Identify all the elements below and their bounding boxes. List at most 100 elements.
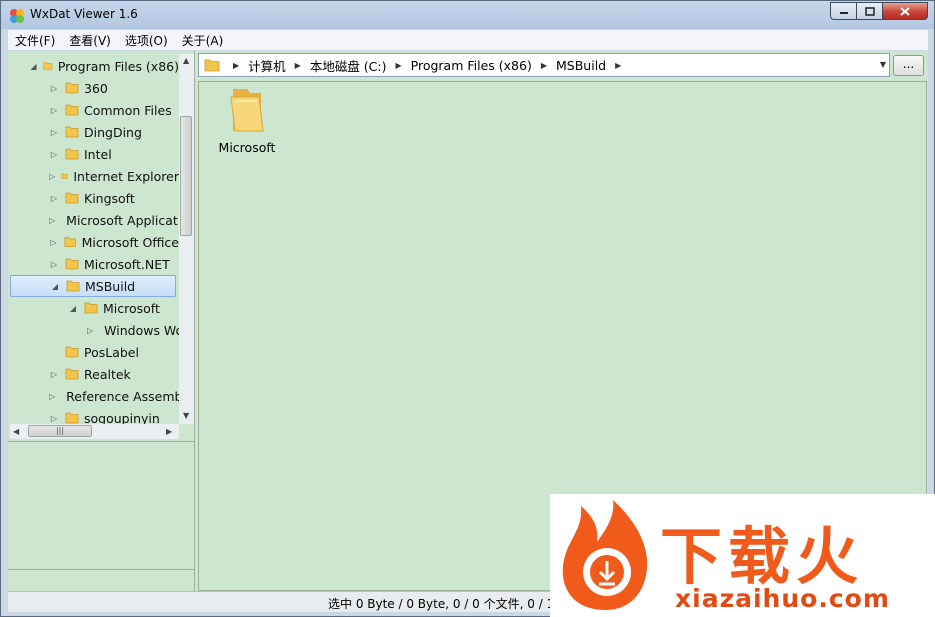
expand-closed-icon[interactable]: ▷ [49,238,58,247]
breadcrumb-local-disk[interactable]: 本地磁盘 (C:) [310,56,387,75]
folder-icon [65,82,79,94]
menu-about[interactable]: 关于(A) [175,32,231,49]
folder-icon [64,237,77,247]
menu-options[interactable]: 选项(O) [118,32,175,49]
tree-item[interactable]: ▷ sogoupinyin [10,407,179,425]
expand-closed-icon[interactable]: ▷ [49,106,59,115]
folder-icon [230,89,264,132]
expand-closed-icon[interactable]: ▷ [49,84,59,93]
folder-icon [65,192,79,204]
file-item[interactable]: Microsoft [213,85,281,155]
maximize-button[interactable] [857,2,883,20]
watermark-brand: 下载火 [660,520,865,593]
tree-item-label: PosLabel [84,344,139,360]
window-title: WxDat Viewer 1.6 [30,7,138,21]
folder-icon [65,368,79,380]
tree-item[interactable]: ▷ Intel [10,143,179,165]
tree-item-label: Microsoft.NET [84,256,170,272]
tree-item[interactable]: ▷ Microsoft.NET [10,253,179,275]
folder-icon [61,173,69,179]
watermark: 下载火 xiazaihuo.com [550,494,935,617]
tree-item[interactable]: ▷ Internet Explorer [10,165,179,187]
tree-item-label: Intel [84,146,112,162]
close-button[interactable] [883,2,928,20]
folder-icon [65,148,79,160]
tree-item-label: sogoupinyin [84,410,160,425]
scroll-down-icon[interactable]: ▼ [183,411,189,420]
tree-item[interactable]: ▷ Realtek [10,363,179,385]
expand-closed-icon[interactable]: ▷ [49,370,59,379]
tree-item[interactable]: ▷ Microsoft Office [10,231,179,253]
tree-item[interactable]: ▷ DingDing [10,121,179,143]
chevron-right-icon[interactable]: ▶ [615,61,621,70]
menu-file[interactable]: 文件(F) [8,32,62,49]
tree-item-label: Realtek [84,366,131,382]
folder-icon [43,62,53,70]
expand-closed-icon[interactable]: ▷ [49,414,59,423]
breadcrumb-msbuild[interactable]: MSBuild [556,58,606,73]
chevron-right-icon[interactable]: ▶ [541,61,547,70]
tree-item[interactable]: ▷ Reference Assemblies [10,385,179,407]
folder-icon [65,258,79,270]
folder-tree[interactable]: ◢ Program Files (x86) ▷ 360 ▷ Common Files ▷ Di… [10,54,179,424]
tree-item-label: DingDing [84,124,142,140]
expand-closed-icon[interactable]: ▷ [49,128,59,137]
expand-closed-icon[interactable]: ▷ [49,150,59,159]
tree-item-label: Reference Assemblies [66,388,179,404]
folder-icon [65,412,79,424]
expand-closed-icon[interactable]: ▷ [49,216,55,225]
scroll-left-icon[interactable]: ◀ [13,427,19,436]
expand-closed-icon[interactable]: ▷ [49,194,59,203]
address-dropdown-icon[interactable]: ▼ [880,60,886,69]
folder-icon [204,59,220,72]
chevron-right-icon[interactable]: ▶ [233,61,239,70]
browse-button[interactable]: ... [893,55,924,76]
tree-item-label: Microsoft Application Virtualization [66,212,179,228]
scroll-right-icon[interactable]: ▶ [166,427,172,436]
tree-item-label: Microsoft [103,300,160,316]
tree-vertical-scroll-thumb[interactable] [180,116,192,236]
tree-item[interactable]: ▷ 360 [10,77,179,99]
address-bar[interactable]: ▶ 计算机 ▶ 本地磁盘 (C:) ▶ Program Files (x86) … [198,53,890,77]
tree-item[interactable]: ◢ MSBuild [10,275,176,297]
chevron-right-icon[interactable]: ▶ [396,61,402,70]
expand-open-icon[interactable]: ◢ [50,282,60,291]
tree-horizontal-scrollbar[interactable]: ◀ ||| ▶ [10,424,179,439]
tree-item[interactable]: ◢ Program Files (x86) [10,55,179,77]
tree-horizontal-scroll-thumb[interactable]: ||| [28,425,92,437]
tree-item-label: Common Files [84,102,172,118]
breadcrumb-program-files[interactable]: Program Files (x86) [411,58,532,73]
tree-item[interactable]: ▷ Windows Workflow Foundation [10,319,179,341]
tree-item-label: Kingsoft [84,190,135,206]
expand-closed-icon[interactable]: ▷ [49,172,55,181]
tree-item[interactable]: PosLabel [10,341,179,363]
minimize-button[interactable] [830,2,857,20]
flame-logo-icon [562,500,648,610]
expand-closed-icon[interactable]: ▷ [49,260,59,269]
tree-item-label: Microsoft Office [81,234,179,250]
expand-closed-icon[interactable]: ▷ [87,326,93,335]
folder-icon [65,104,79,116]
menu-bar: 文件(F) 查看(V) 选项(O) 关于(A) [8,30,928,50]
tree-vertical-scrollbar[interactable]: ▲ ▼ [179,54,194,424]
left-info-panel [8,441,194,570]
file-name: Microsoft [218,140,276,155]
tree-item-label: Windows Workflow Foundation [104,322,179,338]
app-logo-icon [10,9,24,23]
scroll-up-icon[interactable]: ▲ [183,56,189,65]
maximize-icon [864,6,875,16]
folder-tree-pane: ◢ Program Files (x86) ▷ 360 ▷ Common Files ▷ Di… [8,51,195,591]
breadcrumb-computer[interactable]: 计算机 [248,56,286,75]
tree-item[interactable]: ◢ Microsoft [10,297,179,319]
expand-open-icon[interactable]: ◢ [30,62,37,71]
tree-item[interactable]: ▷ Kingsoft [10,187,179,209]
tree-item[interactable]: ▷ Microsoft Application Virtualization [10,209,179,231]
menu-view[interactable]: 查看(V) [62,32,118,49]
tree-item-label: Program Files (x86) [57,58,179,74]
expand-closed-icon[interactable]: ▷ [49,392,55,401]
chevron-right-icon[interactable]: ▶ [295,61,301,70]
expand-open-icon[interactable]: ◢ [68,304,78,313]
close-icon [900,6,910,16]
tree-item[interactable]: ▷ Common Files [10,99,179,121]
title-bar[interactable]: WxDat Viewer 1.6 [1,1,934,29]
